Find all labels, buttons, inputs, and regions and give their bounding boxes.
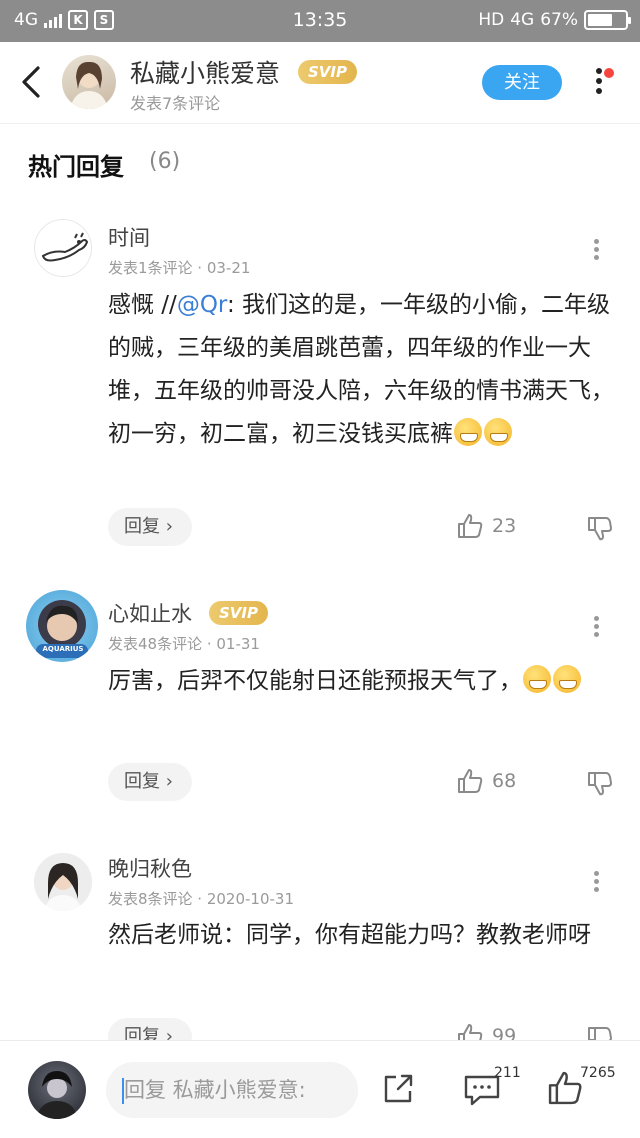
commenter-name[interactable]: 时间 bbox=[108, 222, 150, 252]
commenter-name[interactable]: 心如止水 bbox=[108, 598, 192, 628]
reply-button[interactable]: 回复 › bbox=[108, 763, 192, 801]
post-header: 私藏小熊爱意 SVIP 发表7条评论 关注 bbox=[0, 42, 640, 124]
back-icon[interactable] bbox=[18, 64, 48, 100]
comment-meta: 发表48条评论 · 01-31 bbox=[108, 635, 260, 653]
commenter-avatar[interactable] bbox=[34, 219, 92, 277]
section-title: 热门回复 bbox=[28, 153, 124, 181]
like-button[interactable]: 23 bbox=[456, 512, 516, 540]
total-like-count: 7265 bbox=[580, 1065, 616, 1081]
comment-meta: 发表1条评论 · 03-21 bbox=[108, 259, 251, 277]
author-comment-count: 发表7条评论 bbox=[130, 94, 221, 113]
battery-level bbox=[588, 14, 613, 26]
thumb-up-icon bbox=[458, 514, 483, 538]
author-name[interactable]: 私藏小熊爱意 bbox=[130, 54, 280, 90]
my-avatar[interactable] bbox=[28, 1061, 86, 1119]
comment-count: 211 bbox=[494, 1065, 521, 1081]
network-type-right: 4G bbox=[510, 10, 535, 30]
commenter-name[interactable]: 晚归秋色 bbox=[108, 853, 192, 883]
like-button[interactable]: 68 bbox=[456, 767, 516, 795]
hd-indicator: HD bbox=[478, 10, 505, 30]
follow-button[interactable]: 关注 bbox=[482, 65, 562, 100]
notification-dot bbox=[604, 68, 614, 78]
reply-button[interactable]: 回复 › bbox=[108, 508, 192, 546]
mention-link[interactable]: @Qr bbox=[177, 292, 227, 318]
more-icon[interactable] bbox=[584, 64, 614, 104]
svip-badge: SVIP bbox=[298, 60, 357, 84]
comment-meta: 发表8条评论 · 2020-10-31 bbox=[108, 890, 295, 908]
comment-text: 感慨 //@Qr: 我们这的是，一年级的小偷，二年级的贼，三年级的美眉跳芭蕾，四… bbox=[108, 284, 616, 456]
comment-more-icon[interactable] bbox=[586, 868, 606, 898]
emoji-icon bbox=[553, 665, 581, 693]
battery-icon bbox=[584, 10, 631, 30]
status-bar: 4G K S 13:35 HD 4G 67% bbox=[0, 0, 640, 42]
emoji-icon bbox=[454, 418, 482, 446]
comment-more-icon[interactable] bbox=[586, 613, 606, 643]
emoji-icon bbox=[523, 665, 551, 693]
thumb-down-icon[interactable] bbox=[586, 514, 614, 542]
like-count: 68 bbox=[492, 770, 517, 792]
comment-more-icon[interactable] bbox=[586, 236, 606, 266]
commenter-avatar[interactable] bbox=[34, 853, 92, 911]
comment-text: 厉害，后羿不仅能射日还能预报天气了， bbox=[108, 660, 616, 703]
thumb-up-icon bbox=[458, 769, 483, 793]
like-count: 23 bbox=[492, 515, 517, 537]
section-count: (6) bbox=[149, 149, 181, 174]
bottom-bar: 回复 私藏小熊爱意: 211 7265 bbox=[0, 1040, 640, 1138]
share-icon[interactable] bbox=[380, 1071, 416, 1107]
author-avatar[interactable] bbox=[62, 55, 116, 109]
thumb-down-icon[interactable] bbox=[586, 769, 614, 797]
comment-text: 然后老师说：同学，你有超能力吗？教教老师呀 bbox=[108, 922, 591, 948]
thumb-up-icon[interactable] bbox=[546, 1069, 584, 1107]
battery-percent: 67% bbox=[540, 10, 578, 30]
svip-badge: SVIP bbox=[209, 601, 268, 625]
status-right: HD 4G 67% bbox=[478, 10, 631, 30]
comment-body: 厉害，后羿不仅能射日还能预报天气了， bbox=[108, 668, 522, 694]
text-caret bbox=[122, 1078, 124, 1104]
emoji-icon bbox=[484, 418, 512, 446]
reply-input[interactable]: 回复 私藏小熊爱意: bbox=[106, 1062, 358, 1118]
aquarius-badge: AQUARIUS bbox=[42, 645, 84, 653]
comment-prefix: 感慨 // bbox=[108, 292, 177, 318]
